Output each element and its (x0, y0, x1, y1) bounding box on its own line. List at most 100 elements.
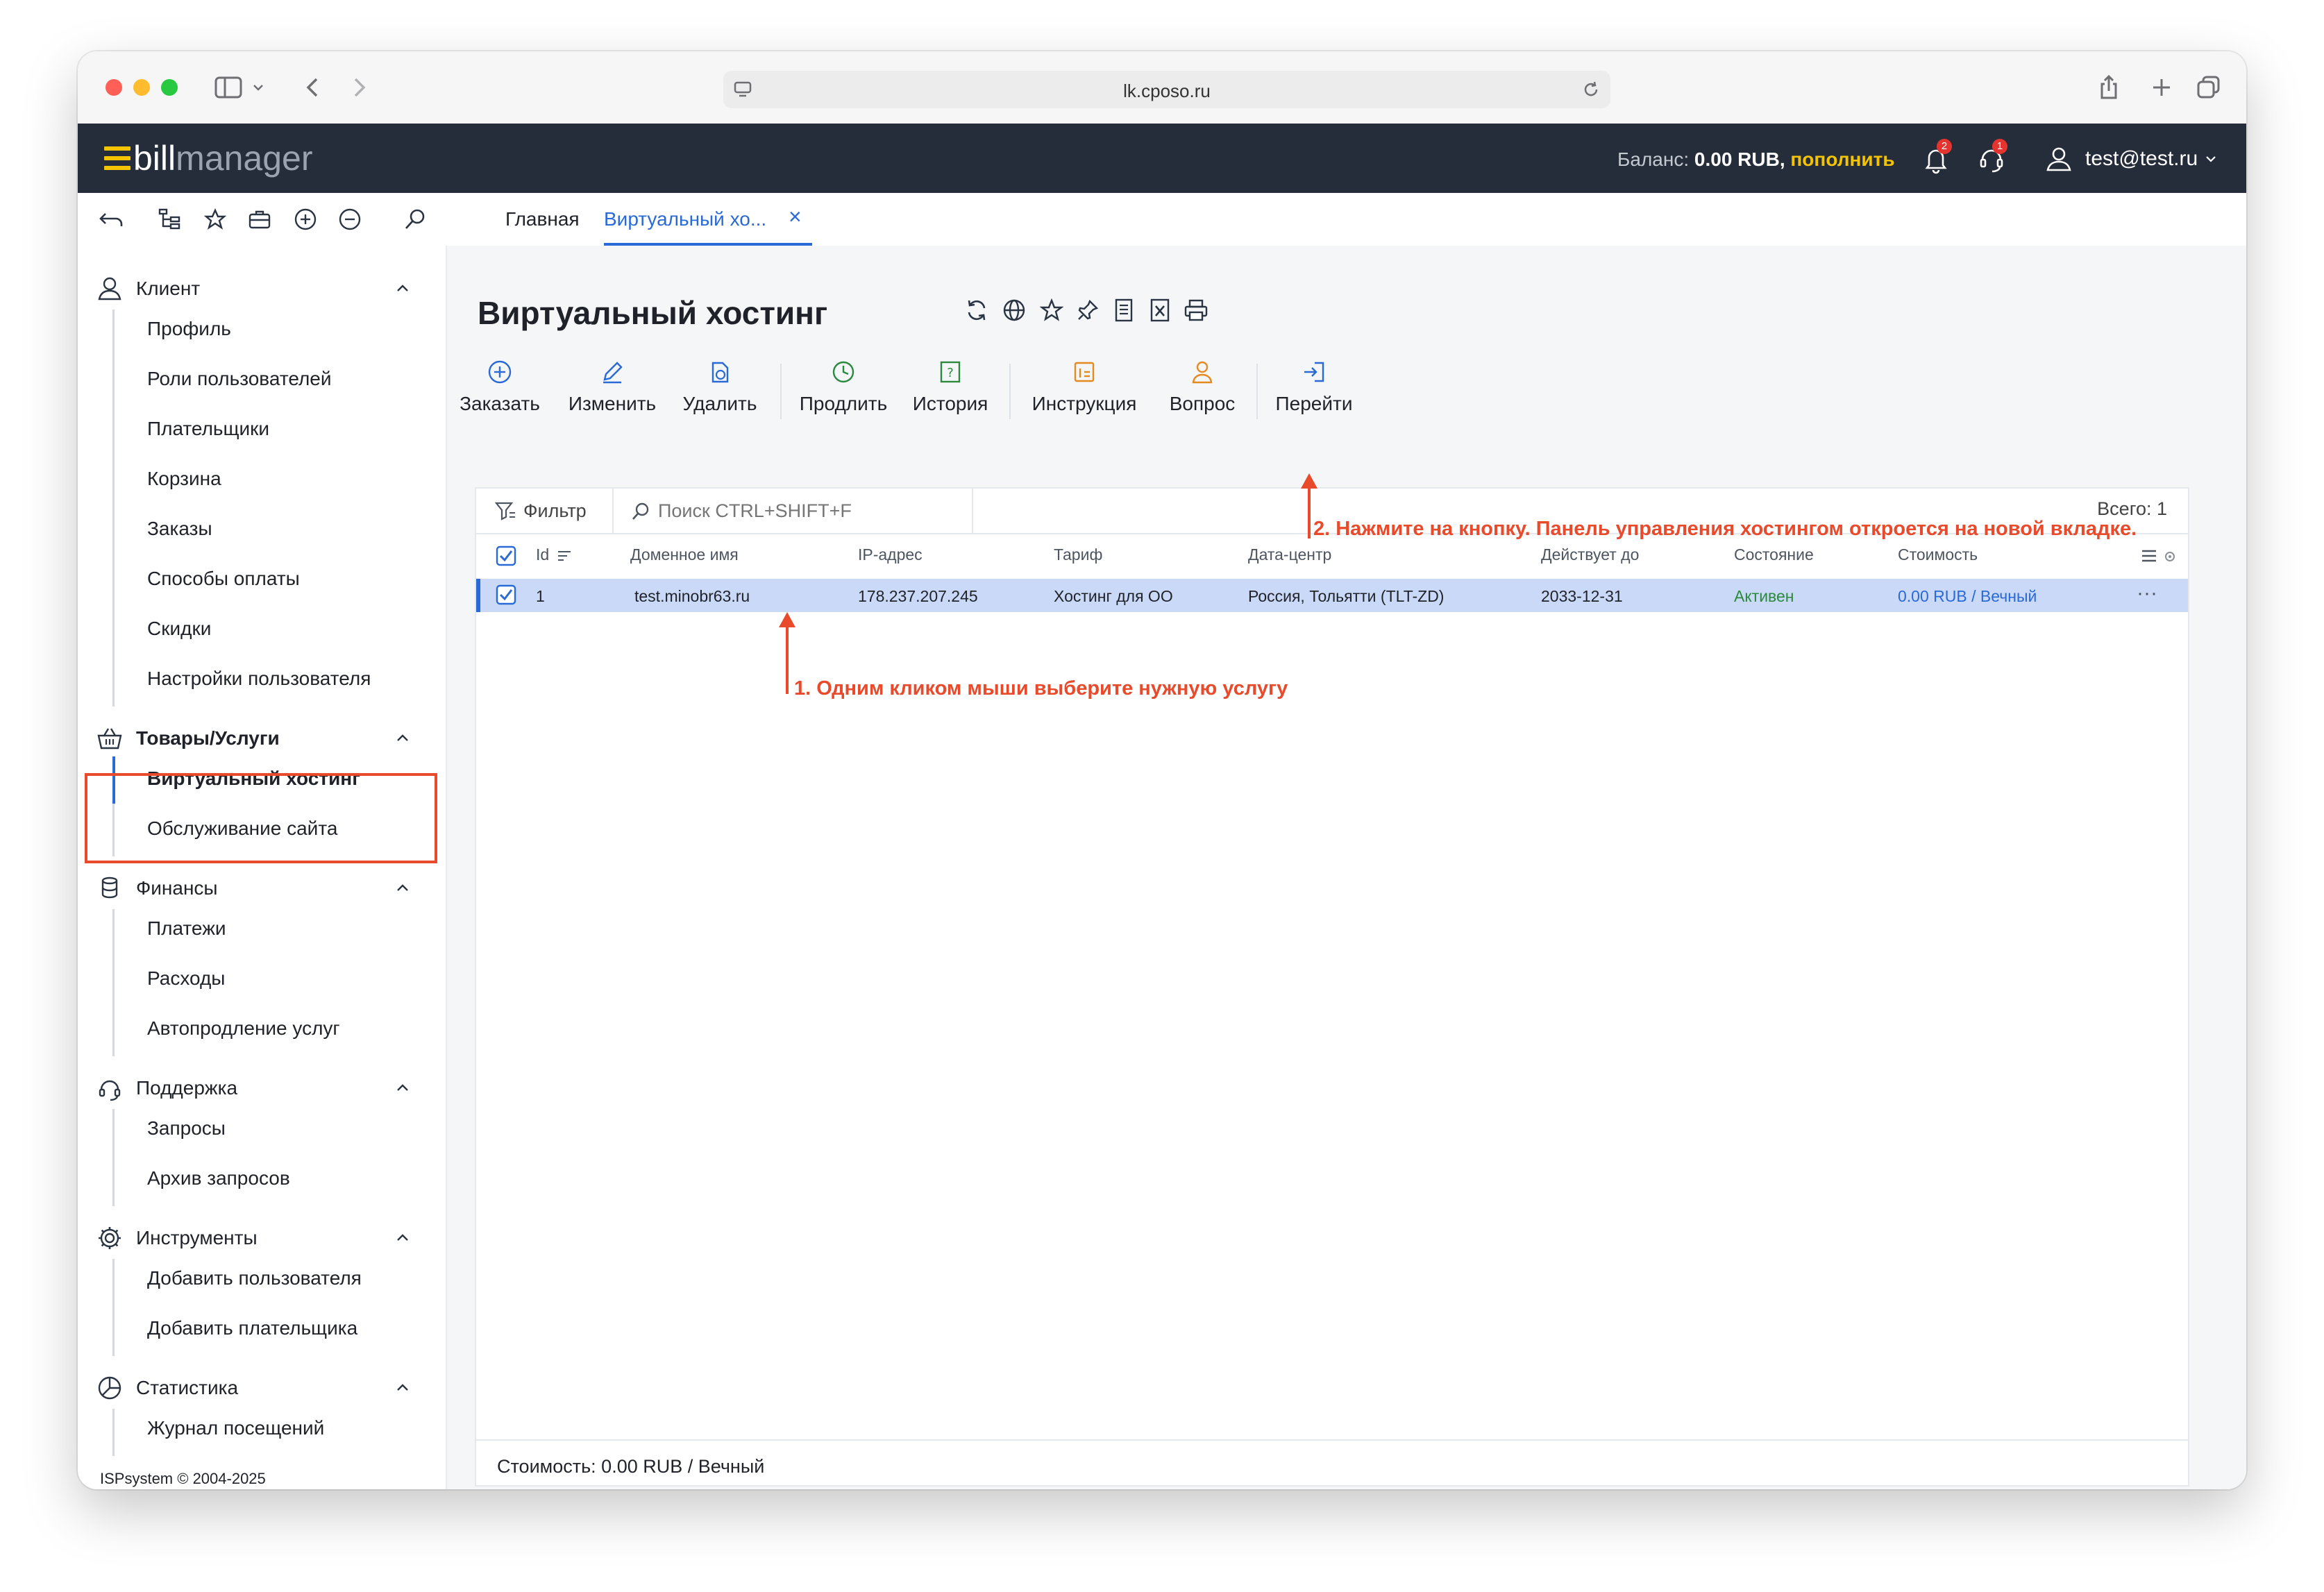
columns-menu-icon[interactable] (2141, 548, 2157, 564)
topup-link[interactable]: пополнить (1790, 149, 1894, 170)
sidebar-toggle-icon[interactable] (211, 71, 246, 104)
sidebar-tree-line (112, 1259, 115, 1356)
column-header-status[interactable]: Состояние (1734, 545, 1814, 564)
support-button[interactable]: 1 (1974, 139, 2009, 176)
tab-main[interactable]: Главная (505, 208, 580, 230)
filter-button[interactable]: Фильтр (494, 498, 587, 523)
sidebar-item[interactable]: Автопродление услуг (147, 1017, 340, 1040)
column-header-cost[interactable]: Стоимость (1898, 545, 1978, 564)
chevron-up-icon[interactable] (394, 280, 411, 297)
order-button[interactable]: Заказать (451, 357, 548, 415)
list-footer: Стоимость: 0.00 RUB / Вечный (476, 1439, 2188, 1488)
annotation-highlight-box (85, 773, 437, 863)
billmanager-logo[interactable]: billmanager (104, 137, 312, 179)
balance-info: Баланс: 0.00 RUB, пополнить (1617, 149, 1895, 171)
reload-icon[interactable] (1581, 80, 1601, 99)
pie-chart-icon (94, 1373, 125, 1403)
sidebar-item[interactable]: Настройки пользователя (147, 668, 371, 690)
chevron-up-icon[interactable] (394, 1230, 411, 1246)
cell-cost[interactable]: 0.00 RUB / Вечный (1898, 587, 2037, 606)
document-icon[interactable] (1109, 296, 1138, 325)
globe-icon[interactable] (1000, 296, 1029, 325)
delete-button[interactable]: Удалить (675, 357, 765, 415)
minimize-window-button[interactable] (133, 79, 150, 96)
pin-icon[interactable] (1073, 296, 1102, 325)
column-header-tariff[interactable]: Тариф (1054, 545, 1102, 564)
sidebar-item[interactable]: Платежи (147, 917, 226, 940)
sidebar-item[interactable]: Плательщики (147, 418, 269, 440)
plus-circle-icon[interactable] (292, 205, 319, 233)
back-icon[interactable] (298, 71, 326, 104)
sidebar-section-4[interactable]: Инструменты (94, 1217, 428, 1259)
app-header: billmanager Баланс: 0.00 RUB, пополнить … (78, 124, 2246, 193)
gear-icon[interactable] (2163, 550, 2177, 564)
search-icon[interactable] (401, 205, 429, 233)
question-button[interactable]: Вопрос (1161, 357, 1244, 415)
sidebar-item[interactable]: Скидки (147, 618, 211, 640)
share-icon[interactable] (2095, 71, 2123, 104)
chevron-up-icon[interactable] (394, 1080, 411, 1096)
briefcase-icon[interactable] (246, 205, 273, 233)
edit-button[interactable]: Изменить (561, 357, 664, 415)
sidebar-item[interactable]: Архив запросов (147, 1167, 290, 1189)
tree-view-icon[interactable] (155, 205, 183, 233)
tab-virtual-hosting[interactable]: Виртуальный хо... (604, 208, 766, 230)
star-icon[interactable] (201, 205, 229, 233)
history-icon: ? (935, 357, 966, 387)
instruction-button[interactable]: Инструкция (1020, 357, 1148, 415)
sidebar-section-3[interactable]: Поддержка (94, 1067, 428, 1109)
sidebar-item[interactable]: Расходы (147, 967, 225, 990)
chevron-up-icon[interactable] (394, 880, 411, 897)
sidebar-section-2[interactable]: Финансы (94, 867, 428, 909)
cell-id: 1 (536, 587, 545, 605)
sidebar-section-title: Поддержка (136, 1077, 238, 1099)
forward-icon[interactable] (346, 71, 373, 104)
history-button[interactable]: ? История (905, 357, 995, 415)
column-header-domain[interactable]: Доменное имя (630, 545, 739, 564)
goto-button[interactable]: Перейти (1269, 357, 1359, 415)
table-row[interactable]: 1 test.minobr63.ru 178.237.207.245 Хости… (476, 579, 2188, 612)
sidebar-section-1[interactable]: Товары/Услуги (94, 718, 428, 759)
column-header-expires[interactable]: Действует до (1541, 545, 1639, 564)
tab-overview-icon[interactable] (2194, 71, 2224, 104)
chevron-down-icon[interactable] (250, 71, 267, 104)
back-arrow-icon[interactable] (97, 205, 125, 233)
sidebar-item[interactable]: Добавить плательщика (147, 1317, 357, 1339)
copyright: ISPsystem © 2004-2025 (100, 1470, 266, 1487)
sidebar-item[interactable]: Журнал посещений (147, 1417, 324, 1439)
chevron-up-icon[interactable] (394, 1380, 411, 1396)
tab-close-button[interactable]: × (789, 204, 802, 230)
star-icon[interactable] (1037, 296, 1066, 325)
close-window-button[interactable] (106, 79, 122, 96)
sidebar-item[interactable]: Заказы (147, 518, 212, 540)
new-tab-icon[interactable] (2148, 71, 2175, 104)
search-input[interactable] (625, 489, 972, 533)
sidebar-item[interactable]: Добавить пользователя (147, 1267, 362, 1289)
sidebar-item[interactable]: Запросы (147, 1117, 226, 1140)
column-header-ip[interactable]: IP-адрес (858, 545, 923, 564)
sidebar-item[interactable]: Профиль (147, 318, 231, 340)
browser-window: lk.cposo.ru billmanager Баланс: 0.00 RUB… (78, 51, 2246, 1489)
sidebar-item[interactable]: Роли пользователей (147, 368, 332, 390)
annotation-step-1: 1. Одним кликом мыши выберите нужную усл… (794, 677, 1288, 700)
refresh-icon[interactable] (962, 296, 991, 325)
excel-export-icon[interactable] (1145, 296, 1174, 325)
print-icon[interactable] (1181, 296, 1211, 325)
chevron-up-icon[interactable] (394, 730, 411, 747)
prolong-button[interactable]: Продлить (793, 357, 894, 415)
notifications-button[interactable]: 2 (1919, 139, 1953, 176)
row-more-button[interactable]: ··· (2137, 582, 2157, 605)
minus-circle-icon[interactable] (336, 205, 364, 233)
sidebar-item[interactable]: Способы оплаты (147, 568, 300, 590)
user-menu[interactable]: test@test.ru (2044, 142, 2217, 176)
sidebar-section-0[interactable]: Клиент (94, 268, 428, 310)
navigation-toolbar: Главная Виртуальный хо... × (78, 193, 2246, 247)
sidebar-section-5[interactable]: Статистика (94, 1367, 428, 1409)
sidebar-item[interactable]: Корзина (147, 468, 221, 490)
column-header-datacenter[interactable]: Дата-центр (1248, 545, 1331, 564)
address-bar[interactable]: lk.cposo.ru (723, 71, 1610, 108)
select-all-checkbox[interactable] (496, 545, 516, 566)
zoom-window-button[interactable] (161, 79, 178, 96)
row-checkbox[interactable] (496, 584, 516, 605)
column-header-id[interactable]: Id (536, 545, 572, 564)
